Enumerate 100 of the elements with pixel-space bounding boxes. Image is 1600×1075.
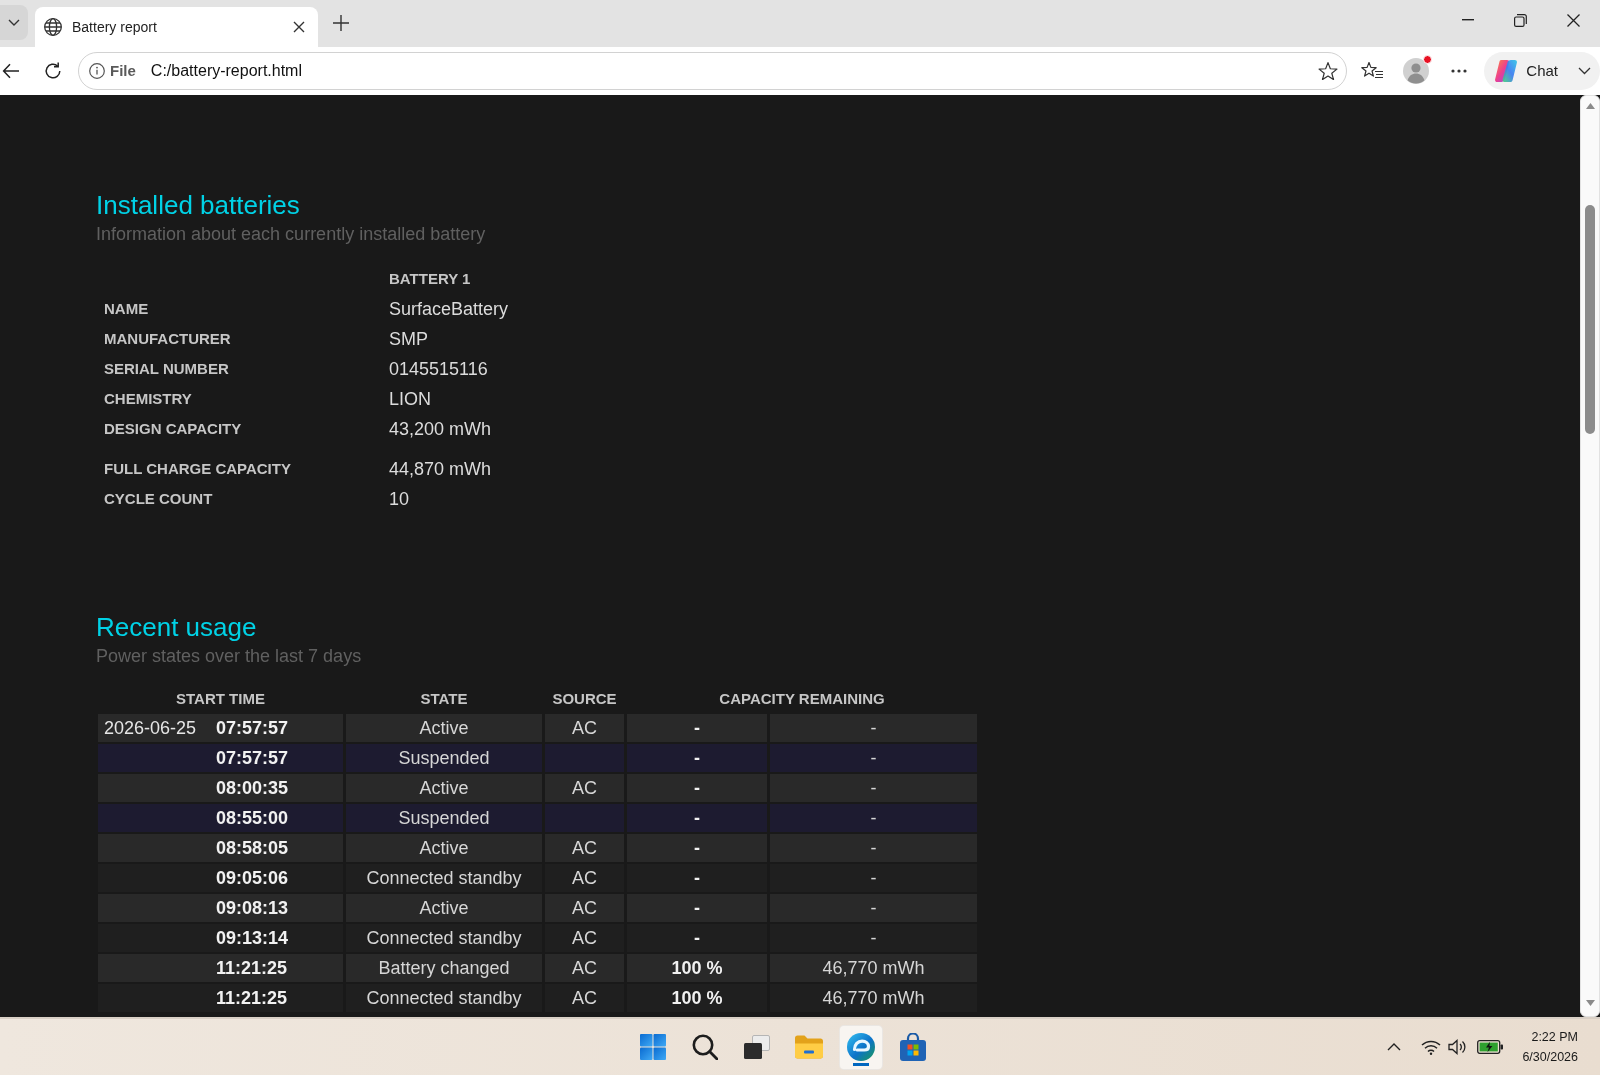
- table-cell: 46,770 mWh: [770, 954, 977, 982]
- stacked-squares-icon: [744, 1035, 770, 1059]
- table-cell: Connected standby: [346, 924, 542, 952]
- time-text: 09:05:06: [216, 867, 289, 888]
- restore-icon[interactable]: [1514, 13, 1527, 27]
- minimize-icon[interactable]: [1461, 19, 1474, 21]
- scroll-up-icon[interactable]: [1585, 103, 1595, 109]
- section-title: Recent usage: [96, 612, 258, 642]
- table-cell: -: [627, 834, 767, 862]
- refresh-icon[interactable]: [44, 62, 62, 80]
- column-header: SOURCE: [551, 688, 618, 709]
- table-cell: AC: [545, 864, 624, 892]
- scrollbar[interactable]: [1580, 95, 1600, 1017]
- table-cell: Active: [346, 894, 542, 922]
- property-value: 44,870 mWh: [388, 457, 493, 481]
- url-text[interactable]: C:/battery-report.html: [150, 59, 302, 83]
- time-text: 11:21:25: [216, 987, 288, 1008]
- time-text: 07:57:57: [216, 717, 289, 738]
- time-text: 11:21:25: [216, 957, 288, 978]
- table-cell: -: [627, 864, 767, 892]
- table-cell: AC: [545, 714, 624, 742]
- table-cell: -: [770, 714, 977, 742]
- time-text: 07:57:57: [216, 747, 289, 768]
- site-info-button[interactable]: File: [89, 59, 136, 83]
- table-cell: 100 %: [627, 954, 767, 982]
- table-cell: -: [770, 924, 977, 952]
- section-subtitle: Power states over the last 7 days: [96, 645, 363, 667]
- table-cell: AC: [545, 954, 624, 982]
- time-text: 09:13:14: [216, 927, 289, 948]
- info-icon: [89, 63, 105, 79]
- search-icon: [692, 1034, 718, 1060]
- table-cell: -: [627, 714, 767, 742]
- four-squares-icon: [640, 1034, 666, 1060]
- table-cell: AC: [545, 984, 624, 1012]
- property-value: LION: [388, 387, 432, 411]
- property-value: 43,200 mWh: [388, 417, 493, 441]
- table-cell: Suspended: [346, 744, 542, 772]
- table-cell: 46,770 mWh: [770, 984, 977, 1012]
- table-cell: -: [627, 924, 767, 952]
- section-subtitle: Information about each currently installed battery: [96, 223, 487, 245]
- table-cell: Active: [346, 834, 542, 862]
- column-header: BATTERY 1: [388, 268, 472, 289]
- tab-list-button[interactable]: [0, 5, 28, 40]
- column-header: CAPACITY REMAINING: [718, 688, 886, 709]
- property-value: 0145515116: [388, 357, 489, 381]
- time-text: 08:55:00: [216, 807, 289, 828]
- table-cell: AC: [545, 774, 624, 802]
- table-cell: Connected standby: [346, 864, 542, 892]
- date-text: 2026-06-25: [104, 716, 198, 740]
- caret-icon: [8, 19, 20, 26]
- property-label: FULL CHARGE CAPACITY: [103, 458, 292, 479]
- clock-date[interactable]: 6/30/2026: [1522, 1047, 1578, 1067]
- table-cell: Active: [346, 714, 542, 742]
- time-text: 09:08:13: [216, 897, 289, 918]
- scroll-down-icon[interactable]: [1585, 1000, 1595, 1006]
- table-cell: -: [770, 804, 977, 832]
- property-label: SERIAL NUMBER: [103, 358, 230, 379]
- table-cell: -: [627, 804, 767, 832]
- wifi-icon[interactable]: [1421, 1039, 1442, 1055]
- table-cell: Connected standby: [346, 984, 542, 1012]
- property-label: DESIGN CAPACITY: [103, 418, 243, 439]
- clock-time[interactable]: 2:22 PM: [1531, 1027, 1578, 1047]
- chat-button[interactable]: Chat: [1484, 52, 1600, 90]
- property-value: SurfaceBattery: [388, 297, 510, 321]
- close-icon[interactable]: [1567, 13, 1580, 27]
- avatar-icon[interactable]: [1403, 58, 1430, 84]
- table-cell: AC: [545, 894, 624, 922]
- table-cell: Battery changed: [346, 954, 542, 982]
- more-icon[interactable]: [1451, 69, 1468, 73]
- property-label: NAME: [103, 298, 150, 319]
- tab[interactable]: Battery report: [35, 7, 318, 47]
- back-icon[interactable]: [2, 63, 20, 79]
- column-header: STATE: [419, 688, 469, 709]
- star-icon[interactable]: [1318, 62, 1339, 80]
- caret-icon: [1578, 67, 1591, 75]
- section-title: Installed batteries: [96, 190, 301, 220]
- favorites-icon[interactable]: [1361, 62, 1384, 80]
- battery-icon[interactable]: [1477, 1040, 1504, 1054]
- swirl-logo-icon: [847, 1033, 875, 1061]
- property-value: 10: [388, 487, 411, 511]
- table-cell: AC: [545, 834, 624, 862]
- new-tab-icon[interactable]: [333, 15, 349, 31]
- table-cell: -: [627, 894, 767, 922]
- close-icon[interactable]: [293, 21, 305, 33]
- table-cell: -: [770, 834, 977, 862]
- table-cell: -: [770, 864, 977, 892]
- chevron-up-icon[interactable]: [1387, 1043, 1402, 1051]
- property-label: CHEMISTRY: [103, 388, 193, 409]
- folder-icon: [795, 1035, 823, 1059]
- table-cell: -: [627, 744, 767, 772]
- table-cell: -: [770, 894, 977, 922]
- property-value: SMP: [388, 327, 429, 351]
- table-cell: Active: [346, 774, 542, 802]
- table-cell: -: [627, 774, 767, 802]
- globe-icon: [44, 18, 62, 36]
- table-cell: 100 %: [627, 984, 767, 1012]
- shopping-bag-icon: [900, 1033, 926, 1061]
- table-cell: -: [770, 744, 977, 772]
- property-label: CYCLE COUNT: [103, 488, 214, 509]
- scrollbar-thumb[interactable]: [1585, 205, 1595, 434]
